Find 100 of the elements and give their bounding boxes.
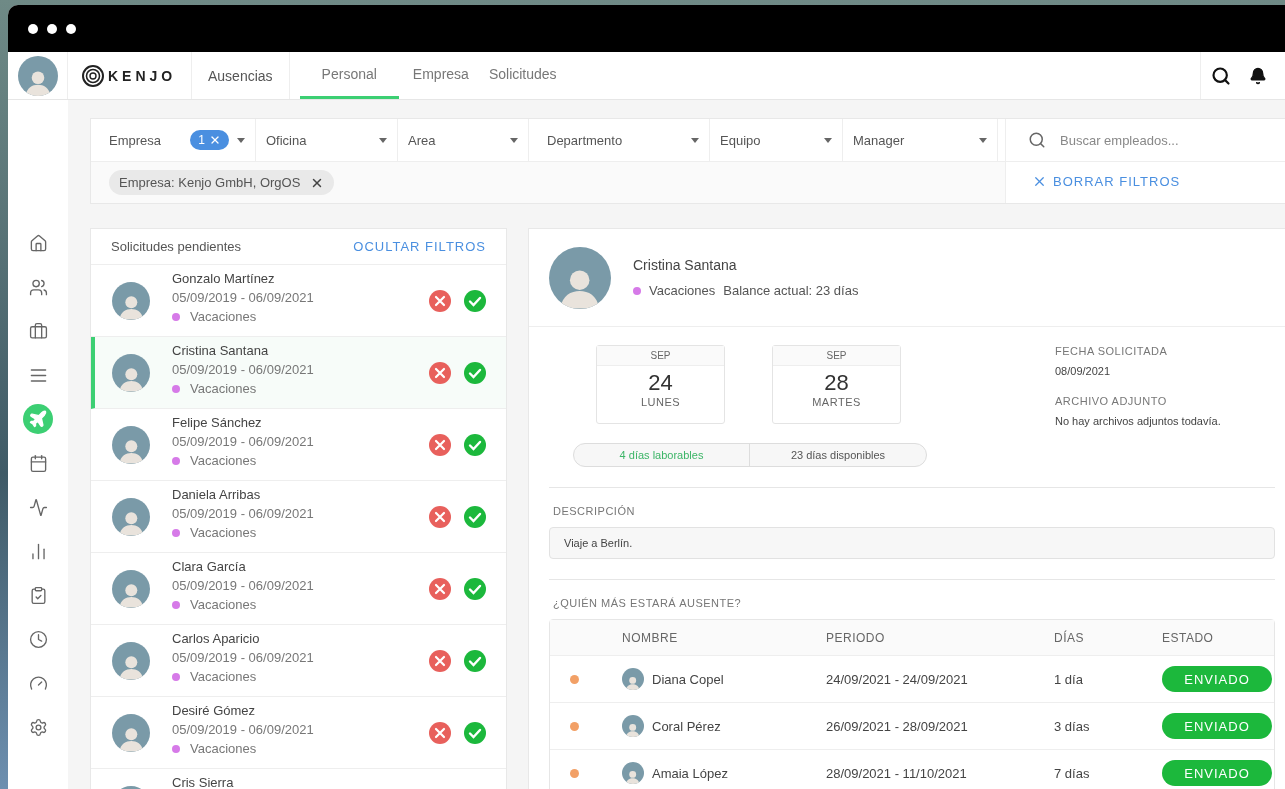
request-period: 05/09/2019 - 06/09/2021 xyxy=(172,578,315,593)
avatar xyxy=(112,642,150,680)
bell-icon[interactable] xyxy=(1249,66,1267,85)
caret-icon xyxy=(979,137,987,143)
date-month: SEP xyxy=(773,346,900,366)
nav-tab[interactable]: Empresa xyxy=(402,52,479,99)
logo-icon xyxy=(82,64,104,87)
approve-icon[interactable] xyxy=(464,578,486,600)
employee-name: Gonzalo Martínez xyxy=(172,271,276,286)
caret-icon xyxy=(237,137,245,143)
status-badge: ENVIADO xyxy=(1162,713,1272,739)
employee-name: Coral Pérez xyxy=(652,718,721,734)
approve-icon[interactable] xyxy=(464,506,486,528)
date-weekday: MARTES xyxy=(812,396,861,408)
avatar xyxy=(622,715,644,737)
approve-icon[interactable] xyxy=(464,650,486,672)
close-icon xyxy=(209,134,221,146)
date-weekday: LUNES xyxy=(640,396,681,408)
nav-tab[interactable]: Personal xyxy=(299,52,399,99)
absence-type: Vacaciones xyxy=(190,525,257,540)
absence-type: Vacaciones xyxy=(190,309,257,324)
table-cell-text: 7 días xyxy=(1054,765,1091,781)
checklist-icon xyxy=(28,585,48,605)
column-header: PERIODO xyxy=(826,630,886,645)
reject-icon[interactable] xyxy=(429,434,451,456)
approve-icon[interactable] xyxy=(464,722,486,744)
table-cell-text: 3 días xyxy=(1054,718,1091,734)
request-period: 05/09/2019 - 06/09/2021 xyxy=(172,722,315,737)
reject-icon[interactable] xyxy=(429,506,451,528)
avatar xyxy=(112,426,150,464)
gauge-icon xyxy=(28,673,48,693)
avatar xyxy=(17,55,58,96)
employee-name: Cris Sierra xyxy=(172,775,235,789)
column-header: ESTADO xyxy=(1162,630,1215,645)
logo-text: KENJO xyxy=(108,67,177,84)
caret-icon xyxy=(824,137,832,143)
table-cell-text: 28/09/2021 - 11/10/2021 xyxy=(826,765,968,781)
field-label: ARCHIVO ADJUNTO xyxy=(1055,395,1168,407)
panel-title: Solicitudes pendientes xyxy=(111,239,242,254)
absence-type: Vacaciones xyxy=(649,283,716,298)
reject-icon[interactable] xyxy=(429,722,451,744)
request-row[interactable]: Cristina Santana 05/09/2019 - 06/09/2021 Vacaciones xyxy=(91,337,506,409)
request-period: 05/09/2019 - 06/09/2021 xyxy=(172,290,315,305)
plane-icon xyxy=(28,409,48,429)
table-cell-text: 1 día xyxy=(1054,671,1084,687)
description-box: Viaje a Berlín. xyxy=(549,527,1275,559)
employee-name: Desiré Gómez xyxy=(172,703,257,718)
field-label: FECHA SOLICITADA xyxy=(1055,345,1169,357)
date-day: 28 xyxy=(824,370,849,396)
column-header: DÍAS xyxy=(1054,630,1085,645)
window-dot xyxy=(28,23,38,34)
reject-icon[interactable] xyxy=(429,650,451,672)
employee-name: Carlos Aparicio xyxy=(172,631,261,646)
status-badge: ENVIADO xyxy=(1162,666,1272,692)
avatar xyxy=(112,354,150,392)
reject-icon[interactable] xyxy=(429,362,451,384)
employee-name: Diana Copel xyxy=(652,671,724,687)
search-icon[interactable] xyxy=(1211,65,1231,86)
reject-icon[interactable] xyxy=(429,578,451,600)
section-label: ¿QUIÉN MÁS ESTARÁ AUSENTE? xyxy=(553,597,743,609)
close-icon xyxy=(1032,174,1047,189)
avatar xyxy=(112,282,150,320)
request-period: 05/09/2019 - 06/09/2021 xyxy=(172,362,315,377)
window-dot xyxy=(66,23,76,34)
field-value: 08/09/2021 xyxy=(1055,365,1112,377)
status-badge: ENVIADO xyxy=(1162,760,1272,786)
balance-text: Balance actual: 23 días xyxy=(723,283,859,298)
request-period: 05/09/2019 - 06/09/2021 xyxy=(172,506,315,521)
working-days: 4 días laborables xyxy=(574,444,750,466)
avatar xyxy=(622,668,644,690)
avatar xyxy=(112,714,150,752)
briefcase-icon xyxy=(28,321,48,341)
caret-icon xyxy=(510,137,518,143)
date-day: 24 xyxy=(648,370,673,396)
reject-icon[interactable] xyxy=(429,290,451,312)
table-cell-text: 24/09/2021 - 24/09/2021 xyxy=(826,671,969,687)
approve-icon[interactable] xyxy=(464,290,486,312)
home-icon xyxy=(28,233,48,253)
table-cell-text: 26/09/2021 - 28/09/2021 xyxy=(826,718,969,734)
employee-name: Cristina Santana xyxy=(172,343,270,358)
calendar-icon xyxy=(28,453,48,473)
employee-name: Cristina Santana xyxy=(633,257,738,273)
employee-name: Felipe Sánchez xyxy=(172,415,263,430)
caret-icon xyxy=(379,137,387,143)
avatar xyxy=(112,498,150,536)
absence-type: Vacaciones xyxy=(190,381,257,396)
field-value: No hay archivos adjuntos todavía. xyxy=(1055,415,1221,427)
pulse-icon xyxy=(28,497,48,517)
section-label: DESCRIPCIÓN xyxy=(553,505,636,517)
approve-icon[interactable] xyxy=(464,434,486,456)
request-period: 05/09/2019 - 06/09/2021 xyxy=(172,650,315,665)
approve-icon[interactable] xyxy=(464,362,486,384)
nav-tab[interactable]: Solicitudes xyxy=(478,52,567,99)
people-icon xyxy=(28,277,48,297)
section-title: Ausencias xyxy=(192,52,290,99)
caret-icon xyxy=(691,137,699,143)
absence-type: Vacaciones xyxy=(190,597,257,612)
filter-chip[interactable]: Empresa: Kenjo GmbH, OrgOS xyxy=(109,170,335,195)
clock-icon xyxy=(28,629,48,649)
employee-name: Daniela Arribas xyxy=(172,487,262,502)
